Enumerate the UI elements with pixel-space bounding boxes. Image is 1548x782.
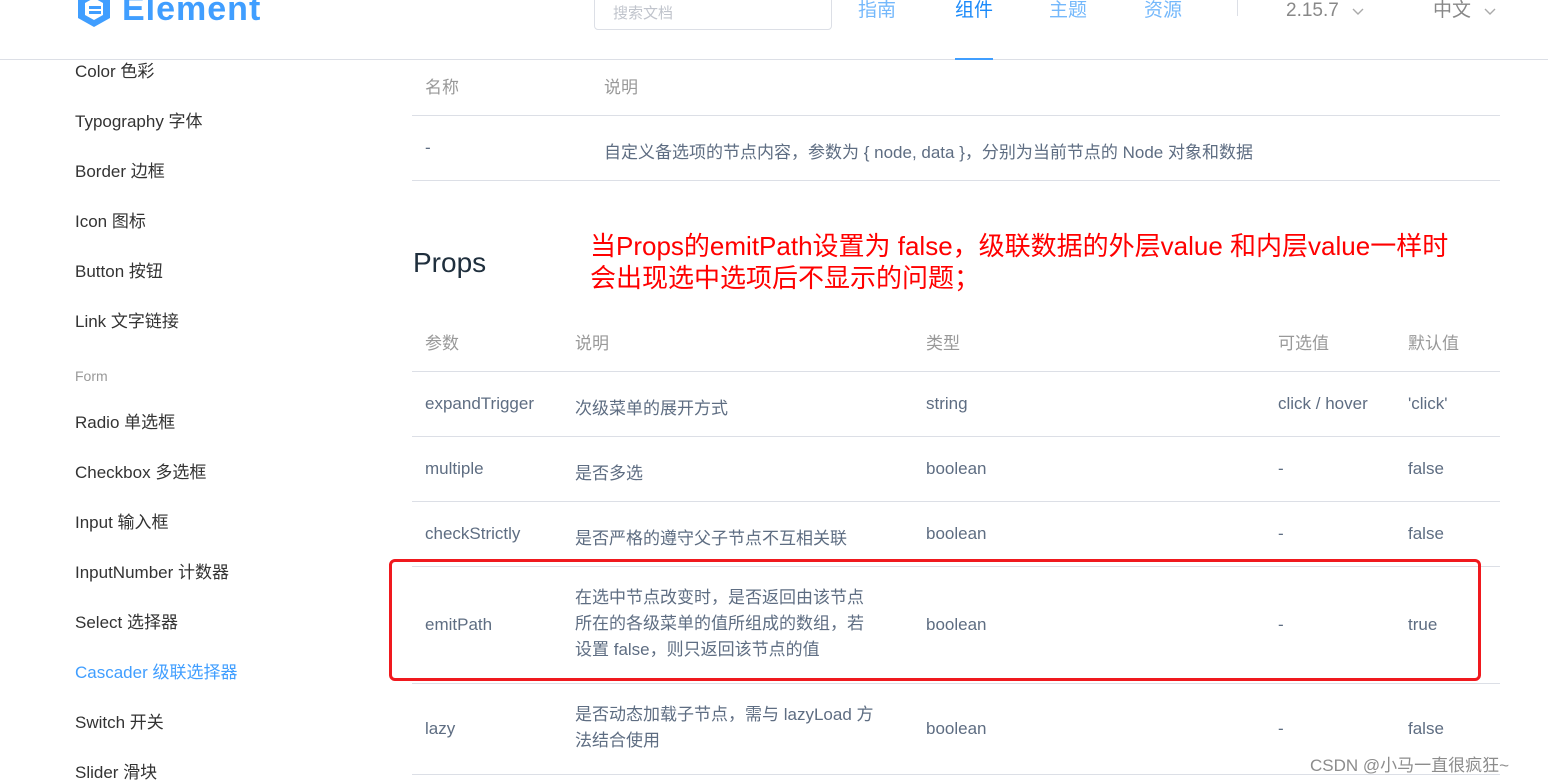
nav-guide[interactable]: 指南	[858, 0, 896, 60]
version-label: 2.15.7	[1286, 0, 1339, 21]
prop-type: boolean	[926, 719, 987, 738]
prop-desc: 是否严格的遵守父子节点不互相关联	[575, 529, 847, 548]
prop-default: false	[1408, 524, 1444, 543]
props-header-type: 类型	[926, 334, 960, 353]
table-divider	[412, 436, 1500, 437]
prop-param: expandTrigger	[425, 394, 534, 413]
prop-default: false	[1408, 459, 1444, 478]
prop-desc: 是否动态加载子节点，需与 lazyLoad 方 法结合使用	[575, 702, 895, 754]
table-divider	[412, 683, 1500, 684]
nav-resource-label: 资源	[1144, 0, 1183, 21]
annotation-line-1: 当Props的emitPath设置为 false，级联数据的外层value 和内…	[590, 231, 1449, 261]
sidebar-item-icon[interactable]: Icon 图标	[75, 207, 146, 232]
prop-type: string	[926, 394, 968, 413]
props-header-default: 默认值	[1408, 334, 1459, 353]
annotation-line-2: 会出现选中选项后不显示的问题；	[590, 263, 981, 293]
sidebar-item-radio[interactable]: Radio 单选框	[75, 408, 175, 433]
prop-param: multiple	[425, 459, 484, 478]
sidebar-item-color[interactable]: Color 色彩	[75, 57, 154, 82]
sidebar-item-input[interactable]: Input 输入框	[75, 508, 169, 533]
nav-divider	[1237, 0, 1238, 16]
nav-component[interactable]: 组件	[955, 0, 994, 60]
nav-component-label: 组件	[955, 0, 994, 21]
sidebar-item-inputnumber[interactable]: InputNumber 计数器	[75, 558, 229, 583]
top-header: Element 指南 组件 主题 资源 2.15.7 中文	[0, 0, 1548, 60]
props-header-param: 参数	[425, 334, 459, 353]
prop-options: -	[1278, 459, 1284, 478]
logo-text: Element	[122, 0, 262, 28]
sidebar-item-typography[interactable]: Typography 字体	[75, 107, 203, 132]
sidebar-item-slider[interactable]: Slider 滑块	[75, 758, 157, 782]
component-sidebar: Color 色彩 Typography 字体 Border 边框 Icon 图标…	[0, 60, 380, 782]
sidebar-item-border[interactable]: Border 边框	[75, 157, 165, 182]
prop-type: boolean	[926, 459, 987, 478]
slot-row-desc: 自定义备选项的节点内容，参数为 { node, data }，分别为当前节点的 …	[604, 143, 1253, 162]
nav-resource[interactable]: 资源	[1144, 0, 1182, 60]
sidebar-item-button[interactable]: Button 按钮	[75, 257, 163, 282]
sidebar-item-select[interactable]: Select 选择器	[75, 608, 178, 633]
prop-default: false	[1408, 719, 1444, 738]
prop-param: lazy	[425, 719, 456, 738]
prop-desc-line: 法结合使用	[575, 731, 660, 750]
nav-theme-label: 主题	[1049, 0, 1088, 21]
prop-options: -	[1278, 524, 1284, 543]
active-nav-indicator	[955, 58, 994, 60]
sidebar-item-switch[interactable]: Switch 开关	[75, 708, 164, 733]
element-logo-icon	[78, 0, 110, 27]
prop-default: 'click'	[1408, 394, 1448, 413]
emitpath-highlight-box	[389, 559, 1481, 681]
props-title: Props	[413, 247, 487, 278]
slot-row-name: -	[425, 138, 431, 157]
csdn-watermark: CSDN @小马一直很疯狂~	[1310, 756, 1510, 775]
table-divider	[412, 180, 1500, 181]
props-header-options: 可选值	[1278, 334, 1329, 353]
sidebar-item-checkbox[interactable]: Checkbox 多选框	[75, 458, 206, 483]
prop-options: click / hover	[1278, 394, 1368, 413]
prop-options: -	[1278, 719, 1284, 738]
language-label: 中文	[1433, 0, 1472, 21]
table-divider	[412, 371, 1500, 372]
prop-desc-line: 是否动态加载子节点，需与 lazyLoad 方	[575, 705, 874, 724]
sidebar-group-form: Form	[75, 368, 108, 384]
sidebar-item-link[interactable]: Link 文字链接	[75, 307, 179, 332]
slot-header-name: 名称	[425, 78, 459, 97]
prop-type: boolean	[926, 524, 987, 543]
table-divider	[412, 501, 1500, 502]
prop-desc: 是否多选	[575, 464, 643, 483]
chevron-down-icon	[1352, 8, 1364, 15]
chevron-down-icon	[1484, 8, 1496, 15]
prop-desc: 次级菜单的展开方式	[575, 399, 728, 418]
table-divider	[412, 115, 1500, 116]
element-logo[interactable]: Element	[74, 0, 261, 32]
search-input[interactable]	[613, 4, 813, 22]
doc-search[interactable]	[594, 0, 832, 30]
nav-guide-label: 指南	[858, 0, 897, 21]
sidebar-item-cascader[interactable]: Cascader 级联选择器	[75, 658, 237, 683]
props-header-desc: 说明	[575, 334, 609, 353]
version-dropdown[interactable]: 2.15.7	[1286, 0, 1365, 28]
prop-param: checkStrictly	[425, 524, 521, 543]
nav-theme[interactable]: 主题	[1049, 0, 1087, 60]
red-annotation: 当Props的emitPath设置为 false，级联数据的外层value 和内…	[590, 230, 1490, 294]
language-dropdown[interactable]: 中文	[1433, 0, 1497, 28]
slot-header-desc: 说明	[604, 78, 638, 97]
